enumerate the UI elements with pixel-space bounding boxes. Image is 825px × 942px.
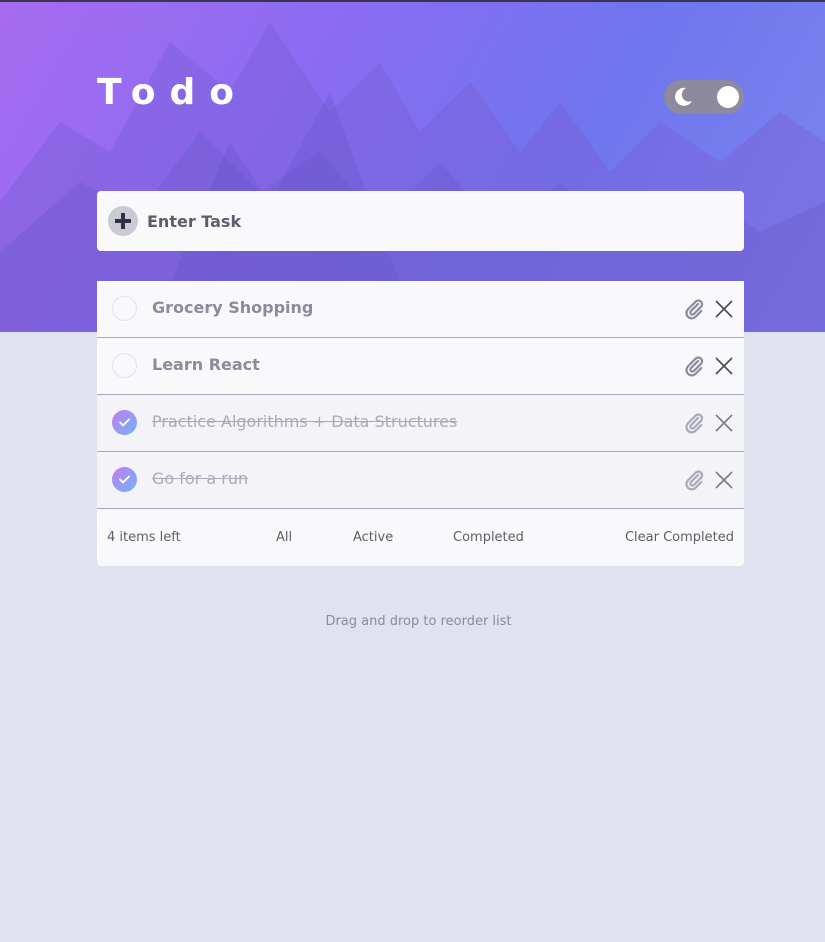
complete-checkbox[interactable] [112, 467, 137, 492]
complete-checkbox[interactable] [112, 353, 137, 378]
task-label: Practice Algorithms + Data Structures [152, 412, 458, 431]
close-icon[interactable] [714, 413, 734, 433]
app-title: Todo [97, 72, 249, 113]
attachment-icon[interactable] [683, 411, 705, 435]
plus-icon [115, 213, 131, 229]
theme-toggle[interactable] [664, 80, 744, 114]
filter-active[interactable]: Active [353, 530, 393, 545]
filter-completed[interactable]: Completed [453, 530, 524, 545]
drag-hint: Drag and drop to reorder list [325, 614, 512, 629]
close-icon[interactable] [714, 470, 734, 490]
task-input[interactable] [147, 206, 727, 236]
list-footer: 4 items left All Active Completed Clear … [97, 509, 744, 566]
attachment-icon[interactable] [683, 354, 705, 378]
list-item[interactable]: Learn React [97, 338, 744, 395]
todo-list: Grocery Shopping Learn React Practice Al… [97, 281, 744, 566]
list-item[interactable]: Go for a run [97, 452, 744, 509]
list-item[interactable]: Grocery Shopping [97, 281, 744, 338]
moon-icon [675, 87, 692, 106]
toggle-knob [717, 86, 739, 108]
filter-all[interactable]: All [276, 530, 292, 545]
complete-checkbox[interactable] [112, 296, 137, 321]
checkmark-icon [119, 418, 130, 427]
new-task-entry [97, 191, 744, 251]
attachment-icon[interactable] [683, 468, 705, 492]
task-label: Grocery Shopping [152, 298, 314, 317]
attachment-icon[interactable] [683, 297, 705, 321]
close-icon[interactable] [714, 299, 734, 319]
task-label: Learn React [152, 355, 260, 374]
close-icon[interactable] [714, 356, 734, 376]
items-left-count: 4 items left [107, 530, 181, 545]
add-task-button[interactable] [108, 206, 138, 236]
list-item[interactable]: Practice Algorithms + Data Structures [97, 395, 744, 452]
checkmark-icon [119, 475, 130, 484]
clear-completed-button[interactable]: Clear Completed [625, 530, 734, 545]
task-label: Go for a run [152, 469, 249, 488]
complete-checkbox[interactable] [112, 410, 137, 435]
